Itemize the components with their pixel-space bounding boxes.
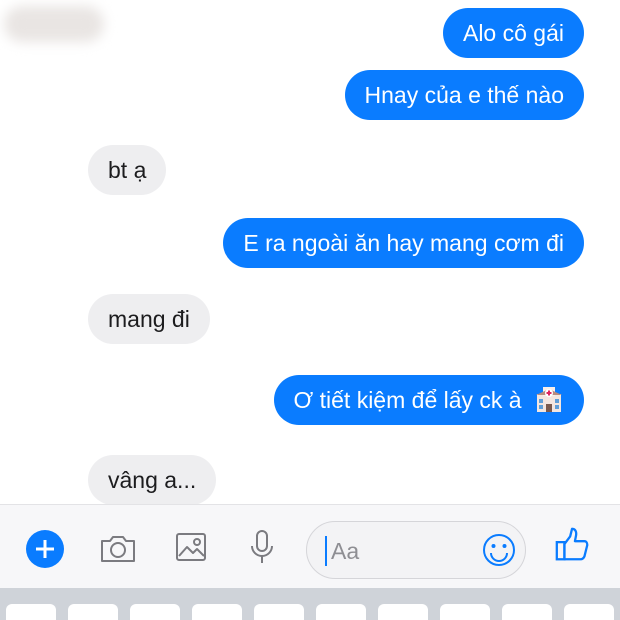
emoji-icon[interactable] — [481, 532, 517, 568]
keyboard-key[interactable] — [192, 604, 242, 620]
messenger-chat-screen: Alo cô gái Hnay của e thế nào bt ạ E ra … — [0, 0, 620, 620]
keyboard-key[interactable] — [440, 604, 490, 620]
message-text: Ơ tiết kiệm để lấy ck à — [293, 387, 522, 413]
message-text: Hnay của e thế nào — [364, 82, 564, 108]
keyboard-key[interactable] — [6, 604, 56, 620]
message-input[interactable]: Aa — [306, 521, 526, 579]
message-text: Alo cô gái — [462, 20, 564, 46]
message-bubble-outgoing[interactable]: Hnay của e thế nào — [344, 70, 584, 120]
thumbs-up-icon[interactable] — [553, 525, 593, 565]
blurred-contact-name — [4, 6, 104, 42]
message-bubble-outgoing[interactable]: E ra ngoài ăn hay mang cơm đi — [223, 218, 584, 268]
text-cursor — [325, 536, 327, 566]
composer-bar: Aa — [0, 504, 620, 589]
message-bubble-outgoing[interactable]: Ơ tiết kiệm để lấy ck à — [273, 375, 584, 425]
keyboard-key[interactable] — [68, 604, 118, 620]
message-bubble-incoming[interactable]: vâng a... — [88, 455, 217, 505]
keyboard-key[interactable] — [564, 604, 614, 620]
image-icon[interactable] — [172, 527, 212, 567]
camera-icon[interactable] — [98, 527, 138, 567]
hospital-emoji — [536, 387, 562, 412]
message-text: vâng a... — [108, 467, 197, 493]
keyboard-key[interactable] — [502, 604, 552, 620]
message-text: mang đi — [108, 306, 190, 332]
keyboard — [0, 588, 620, 620]
plus-icon[interactable] — [26, 530, 64, 568]
message-text: E ra ngoài ăn hay mang cơm đi — [243, 230, 564, 256]
keyboard-key[interactable] — [316, 604, 366, 620]
message-input-placeholder: Aa — [331, 538, 360, 564]
message-bubble-outgoing[interactable]: Alo cô gái — [442, 8, 584, 58]
message-text: bt ạ — [108, 157, 147, 183]
keyboard-key[interactable] — [254, 604, 304, 620]
keyboard-key[interactable] — [130, 604, 180, 620]
message-bubble-incoming[interactable]: mang đi — [88, 294, 210, 344]
keyboard-key[interactable] — [378, 604, 428, 620]
message-bubble-incoming[interactable]: bt ạ — [88, 145, 167, 195]
microphone-icon[interactable] — [242, 527, 282, 567]
